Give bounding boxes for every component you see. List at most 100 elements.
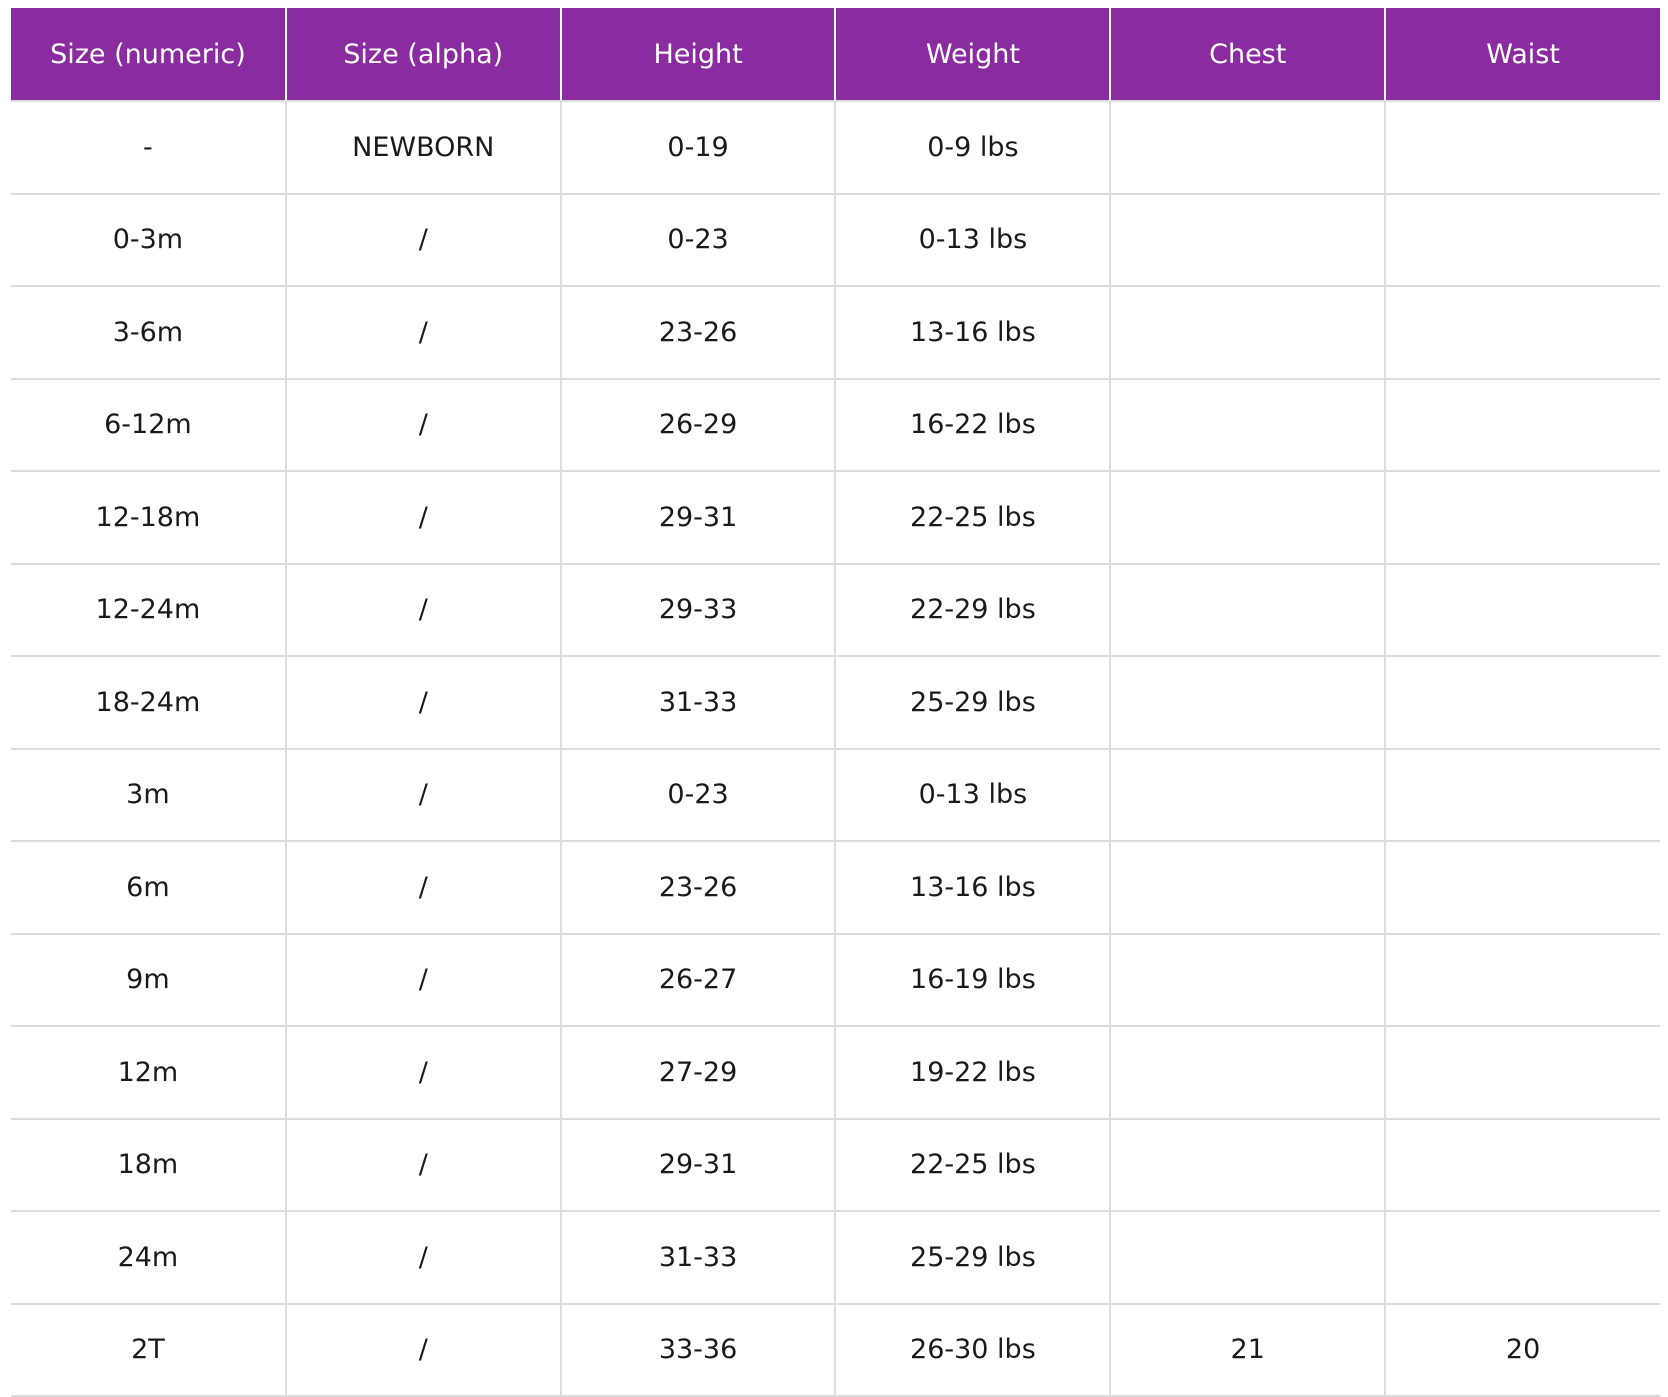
table-row: 24m/31-33 25-29 lbs (11, 1211, 1660, 1305)
cell-size-alpha: / (284, 193, 562, 287)
cell-waist (1384, 748, 1660, 842)
cell-weight: 22-25 lbs (834, 1118, 1112, 1212)
cell-height: 26-29 (559, 378, 837, 472)
cell-waist (1384, 841, 1660, 935)
cell-weight: 0-13 lbs (834, 748, 1112, 842)
header-weight: Weight (834, 8, 1112, 102)
cell-size-numeric: 3-6m (11, 286, 287, 380)
cell-weight: 19-22 lbs (834, 1026, 1112, 1120)
cell-size-numeric: 2T (11, 1303, 287, 1397)
cell-height: 23-26 (559, 286, 837, 380)
cell-height: 31-33 (559, 1211, 837, 1305)
cell-size-alpha: / (284, 1026, 562, 1120)
cell-weight: 13-16 lbs (834, 841, 1112, 935)
header-height: Height (559, 8, 837, 102)
cell-chest: 21 (1109, 1303, 1387, 1397)
table-row: 6m/23-26 13-16 lbs (11, 841, 1660, 935)
table-row: 3m/0-23 0-13 lbs (11, 748, 1660, 842)
cell-chest (1109, 933, 1387, 1027)
cell-size-numeric: 3m (11, 748, 287, 842)
cell-chest (1109, 286, 1387, 380)
cell-size-numeric: 12-18m (11, 471, 287, 565)
table-row: 12m/27-29 19-22 lbs (11, 1026, 1660, 1120)
cell-waist (1384, 656, 1660, 750)
cell-height: 29-31 (559, 471, 837, 565)
cell-size-numeric: 18-24m (11, 656, 287, 750)
table-row: 18-24m/31-33 25-29 lbs (11, 656, 1660, 750)
cell-chest (1109, 656, 1387, 750)
cell-chest (1109, 1026, 1387, 1120)
cell-size-alpha: / (284, 471, 562, 565)
cell-waist (1384, 101, 1660, 195)
cell-size-alpha: / (284, 1303, 562, 1397)
cell-weight: 25-29 lbs (834, 656, 1112, 750)
cell-weight: 26-30 lbs (834, 1303, 1112, 1397)
table-row: 0-3m/0-23 0-13 lbs (11, 193, 1660, 287)
table-row: - NEWBORN 0-19 0-9 lbs (11, 101, 1660, 195)
cell-height: 27-29 (559, 1026, 837, 1120)
cell-size-numeric: 6-12m (11, 378, 287, 472)
cell-size-numeric: 12-24m (11, 563, 287, 657)
header-size-alpha: Size (alpha) (284, 8, 562, 102)
cell-chest (1109, 1211, 1387, 1305)
table-row: 2T/33-36 26-30 lbs 21 20 (11, 1303, 1660, 1397)
cell-height: 31-33 (559, 656, 837, 750)
cell-weight: 16-19 lbs (834, 933, 1112, 1027)
cell-height: 33-36 (559, 1303, 837, 1397)
cell-size-numeric: 24m (11, 1211, 287, 1305)
table-row: 6-12m/26-29 16-22 lbs (11, 378, 1660, 472)
cell-waist: 20 (1384, 1303, 1660, 1397)
cell-height: 29-31 (559, 1118, 837, 1212)
cell-waist (1384, 1211, 1660, 1305)
cell-chest (1109, 841, 1387, 935)
cell-size-alpha: / (284, 656, 562, 750)
cell-waist (1384, 1118, 1660, 1212)
cell-chest (1109, 101, 1387, 195)
header-waist: Waist (1384, 8, 1660, 102)
cell-waist (1384, 286, 1660, 380)
cell-size-alpha: NEWBORN (284, 101, 562, 195)
header-row: Size (numeric) Size (alpha) Height Weigh… (11, 8, 1660, 102)
cell-size-numeric: 12m (11, 1026, 287, 1120)
cell-height: 29-33 (559, 563, 837, 657)
cell-waist (1384, 471, 1660, 565)
table-row: 12-24m/29-33 22-29 lbs (11, 563, 1660, 657)
size-chart-table: Size (numeric) Size (alpha) Height Weigh… (11, 8, 1660, 1397)
cell-size-alpha: / (284, 841, 562, 935)
table-row: 9m/26-27 16-19 lbs (11, 933, 1660, 1027)
cell-size-numeric: 0-3m (11, 193, 287, 287)
table-row: 12-18m/29-31 22-25 lbs (11, 471, 1660, 565)
cell-chest (1109, 748, 1387, 842)
cell-size-alpha: / (284, 748, 562, 842)
header-size-numeric: Size (numeric) (11, 8, 287, 102)
cell-waist (1384, 933, 1660, 1027)
table-row: 3-6m/23-26 13-16 lbs (11, 286, 1660, 380)
cell-size-alpha: / (284, 1211, 562, 1305)
cell-chest (1109, 563, 1387, 657)
cell-weight: 0-9 lbs (834, 101, 1112, 195)
cell-size-alpha: / (284, 378, 562, 472)
cell-weight: 25-29 lbs (834, 1211, 1112, 1305)
cell-waist (1384, 378, 1660, 472)
cell-size-alpha: / (284, 1118, 562, 1212)
cell-weight: 16-22 lbs (834, 378, 1112, 472)
table-body: - NEWBORN 0-19 0-9 lbs 0-3m/0-23 0-13 lbs 3-6m… (11, 101, 1660, 1397)
cell-size-alpha: / (284, 286, 562, 380)
cell-weight: 22-29 lbs (834, 563, 1112, 657)
cell-waist (1384, 1026, 1660, 1120)
cell-chest (1109, 378, 1387, 472)
cell-size-numeric: 9m (11, 933, 287, 1027)
cell-weight: 0-13 lbs (834, 193, 1112, 287)
cell-size-alpha: / (284, 933, 562, 1027)
cell-size-numeric: 6m (11, 841, 287, 935)
table-row: 18m/29-31 22-25 lbs (11, 1118, 1660, 1212)
cell-size-numeric: 18m (11, 1118, 287, 1212)
table-header: Size (numeric) Size (alpha) Height Weigh… (11, 8, 1660, 102)
cell-weight: 22-25 lbs (834, 471, 1112, 565)
cell-height: 26-27 (559, 933, 837, 1027)
header-chest: Chest (1109, 8, 1387, 102)
cell-weight: 13-16 lbs (834, 286, 1112, 380)
cell-size-alpha: / (284, 563, 562, 657)
cell-chest (1109, 471, 1387, 565)
cell-waist (1384, 563, 1660, 657)
